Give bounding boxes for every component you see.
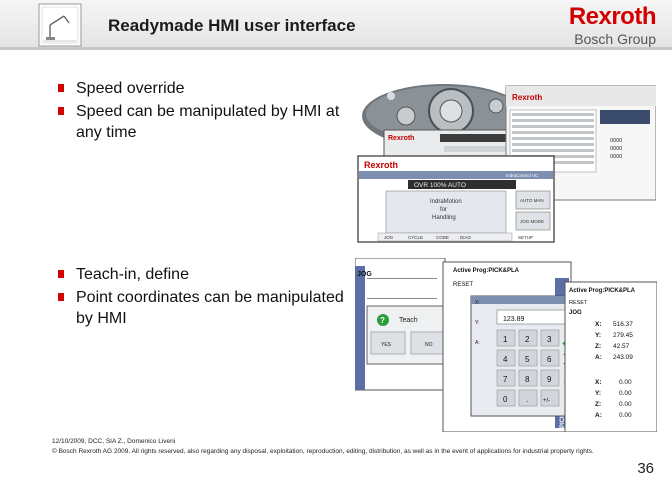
hmi-status-bar: OVR 100% AUTO — [414, 182, 466, 189]
coord-axis: X: — [595, 321, 602, 328]
hmi-main-text: IndraMotion — [430, 199, 462, 205]
coord-value: 279.45 — [613, 332, 633, 339]
footer-copyright: © Bosch Rexroth AG 2009. All rights rese… — [52, 448, 594, 455]
bullet-item: Speed override — [58, 78, 348, 99]
keypad-key-label: +/- — [543, 398, 550, 404]
coord-axis: Y: — [475, 320, 479, 326]
editor-value: 0000 — [610, 154, 622, 160]
bullet-item: Speed can be manipulated by HMI at any t… — [58, 101, 348, 143]
page-title: Readymade HMI user interface — [108, 16, 356, 35]
keypad-key-label: 5 — [525, 355, 530, 364]
bullet-list-speed: Speed override Speed can be manipulated … — [58, 78, 348, 145]
coord-axis: X: — [595, 379, 602, 386]
keypad-key-label: . — [526, 395, 528, 404]
keypad-key-label: 3 — [547, 335, 552, 344]
keypad-key-label: 1 — [503, 335, 508, 344]
hmi-screens-illustration: Rexroth Rexroth 0000 0000 0000 Rexroth I… — [357, 84, 656, 243]
bullet-item: Point coordinates can be manipulated by … — [58, 287, 348, 329]
hmi-setup: SETUP — [518, 235, 533, 240]
coord-value: 0.00 — [619, 390, 632, 397]
prog-title-right: Active Prog:PICK&PLA — [569, 288, 636, 294]
editor-value: 0000 — [610, 146, 622, 152]
keypad-key-label: 4 — [503, 355, 508, 364]
keypad-key-label: 2 — [525, 335, 530, 344]
coord-axis: Y: — [595, 390, 601, 397]
coord-value: 516.37 — [613, 321, 633, 328]
bullet-item: Teach-in, define — [58, 264, 348, 285]
hmi-tab: DIAG — [460, 235, 472, 240]
coord-value: 243.09 — [613, 354, 633, 361]
robot-arm-icon — [38, 3, 82, 47]
header-rule — [0, 47, 672, 50]
brand-group: Bosch Group — [574, 31, 656, 47]
prog-title-mid: Active Prog:PICK&PLA — [453, 268, 520, 274]
teach-in-collage: JOG ? Teach YES NO Active Prog:PICK&PLA … — [355, 258, 657, 432]
bullet-list-teach: Teach-in, define Point coordinates can b… — [58, 264, 348, 331]
editor-value: 0000 — [610, 138, 622, 144]
teach-in-illustration: JOG ? Teach YES NO Active Prog:PICK&PLA … — [355, 258, 657, 432]
keypad-key-label: 9 — [547, 375, 552, 384]
hmi-tab: JOG — [384, 235, 394, 240]
jog-label-right: JOG — [569, 310, 582, 316]
coord-axis: X: — [475, 300, 480, 306]
slide-footer: 12/10/2009, DCC, SIA Z., Domenico Liveni… — [52, 437, 642, 457]
keypad-key-label: 7 — [503, 375, 508, 384]
coord-axis: Z: — [595, 343, 601, 350]
coord-axis: A: — [475, 340, 480, 346]
reset-label-right: RESET — [569, 300, 588, 306]
coord-value: 42.57 — [613, 343, 630, 350]
value-input-text: 123.89 — [503, 316, 525, 323]
slide-header: Readymade HMI user interface Rexroth Bos… — [0, 0, 672, 52]
hmi-side-button: JOG MODE — [520, 219, 544, 224]
teach-label: Teach — [399, 317, 418, 324]
hmi-brand: Rexroth — [364, 160, 398, 170]
page-number: 36 — [637, 460, 654, 477]
keypad-key-label: 0 — [503, 395, 508, 404]
hmi-tab: CODE — [436, 235, 449, 240]
brand-logo: Rexroth Bosch Group — [568, 3, 657, 48]
coord-axis: A: — [595, 354, 602, 361]
yes-label: YES — [381, 342, 392, 348]
coord-axis: Z: — [595, 401, 601, 408]
hmi-side-button: AUTO MAN — [520, 198, 544, 203]
question-icon: ? — [380, 316, 385, 325]
reset-label: RESET — [453, 282, 473, 288]
coord-axis: A: — [595, 412, 602, 419]
pendant-brand: Rexroth — [388, 135, 414, 142]
hmi-main-text: for — [440, 207, 447, 213]
keypad-key-label: 8 — [525, 375, 530, 384]
jog-label-left: JOG — [357, 271, 372, 278]
coord-value: 0.00 — [619, 401, 632, 408]
coord-axis: Y: — [595, 332, 601, 339]
hmi-tab: CYCLE — [408, 235, 423, 240]
keypad-key-label: 6 — [547, 355, 552, 364]
footer-date-author: 12/10/2009, DCC, SIA Z., Domenico Liveni — [52, 438, 176, 445]
hmi-photo-collage: Rexroth Rexroth 0000 0000 0000 Rexroth I… — [356, 76, 656, 244]
coord-value: 0.00 — [619, 379, 632, 386]
hmi-main-text: Handling — [432, 215, 456, 221]
brand-name: Rexroth — [568, 3, 657, 30]
coord-value: 0.00 — [619, 412, 632, 419]
editor-brand: Rexroth — [512, 93, 542, 102]
no-label: NO — [425, 342, 433, 348]
hmi-product: IndraControl VC — [506, 173, 539, 178]
